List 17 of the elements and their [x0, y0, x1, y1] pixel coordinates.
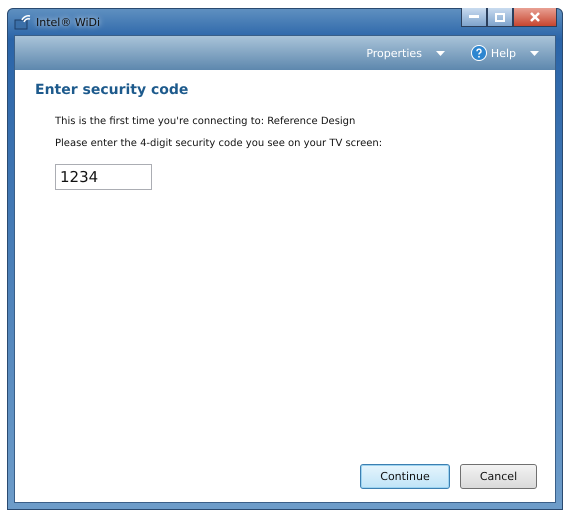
maximize-button[interactable] — [487, 8, 513, 27]
maximize-icon — [495, 12, 505, 22]
help-icon — [470, 45, 487, 61]
close-button[interactable] — [513, 8, 557, 27]
cancel-button[interactable]: Cancel — [460, 464, 537, 489]
minimize-icon — [469, 15, 479, 19]
continue-button[interactable]: Continue — [360, 464, 450, 489]
window-title: Intel® WiDi — [36, 16, 100, 28]
caret-icon — [436, 50, 445, 56]
instruction-text: Please enter the 4-digit security code you see on your TV screen: — [55, 138, 384, 151]
instruction-text: This is the first time you're connecting to: Reference Design — [55, 116, 356, 129]
close-icon — [530, 12, 540, 22]
security-code-field[interactable]: 1234 — [55, 164, 152, 190]
minimize-button[interactable] — [461, 8, 487, 27]
wireless-display-icon — [14, 14, 32, 30]
page-heading: Enter security code — [35, 82, 190, 98]
caret-icon — [530, 50, 539, 56]
